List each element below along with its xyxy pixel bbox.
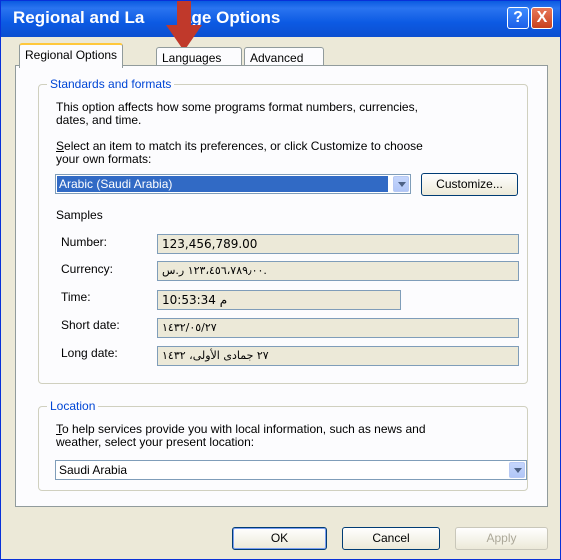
standards-description: This option affects how some programs fo… [56, 100, 418, 127]
sample-long-date-label: Long date: [61, 346, 118, 360]
help-button[interactable]: ? [507, 7, 529, 29]
sample-time-value: 10:53:34 م [157, 290, 401, 310]
sample-number-value: 123,456,789.00 [157, 234, 519, 254]
sample-time-label: Time: [61, 290, 91, 304]
tab-panel: Standards and formats This option affect… [15, 65, 548, 507]
window-title: Regional and La age Options [13, 8, 281, 27]
ok-button[interactable]: OK [232, 527, 327, 550]
sample-currency-value: ١٢٣،٤٥٦،٧٨٩٫٠٠ ر.س. [157, 261, 519, 281]
down-arrow-annotation-icon [166, 1, 202, 51]
samples-label: Samples [56, 208, 103, 222]
select-instruction: Select an item to match its preferences,… [56, 139, 423, 166]
location-legend: Location [47, 399, 99, 413]
chevron-down-icon[interactable] [393, 176, 409, 192]
tab-regional-options[interactable]: Regional Options [19, 43, 124, 68]
sample-number-label: Number: [61, 235, 108, 249]
location-description: To help services provide you with local … [56, 422, 426, 449]
cancel-button[interactable]: Cancel [342, 527, 440, 550]
chevron-down-icon[interactable] [509, 462, 525, 478]
format-value: Arabic (Saudi Arabia) [57, 176, 388, 192]
sample-long-date-value: ٢٧ جمادى الأولى، ١٤٣٢ [157, 346, 519, 366]
standards-group: Standards and formats This option affect… [38, 77, 528, 384]
location-value: Saudi Arabia [59, 463, 128, 477]
close-button[interactable]: X [531, 7, 553, 29]
dialog-window: Regional and La age Options ? X Regional… [0, 0, 561, 560]
customize-button[interactable]: Customize... [421, 173, 518, 196]
sample-short-date-value: ١٤٣٢/٠٥/٢٧ [157, 318, 519, 338]
standards-legend: Standards and formats [47, 77, 175, 91]
title-bar[interactable]: Regional and La age Options ? X [1, 1, 560, 37]
apply-button[interactable]: Apply [455, 527, 548, 550]
sample-short-date-label: Short date: [61, 318, 120, 332]
location-group: Location To help services provide you wi… [38, 399, 528, 491]
sample-currency-label: Currency: [61, 262, 114, 276]
location-combo[interactable]: Saudi Arabia [55, 460, 527, 480]
format-combo[interactable]: Arabic (Saudi Arabia) [55, 174, 411, 194]
